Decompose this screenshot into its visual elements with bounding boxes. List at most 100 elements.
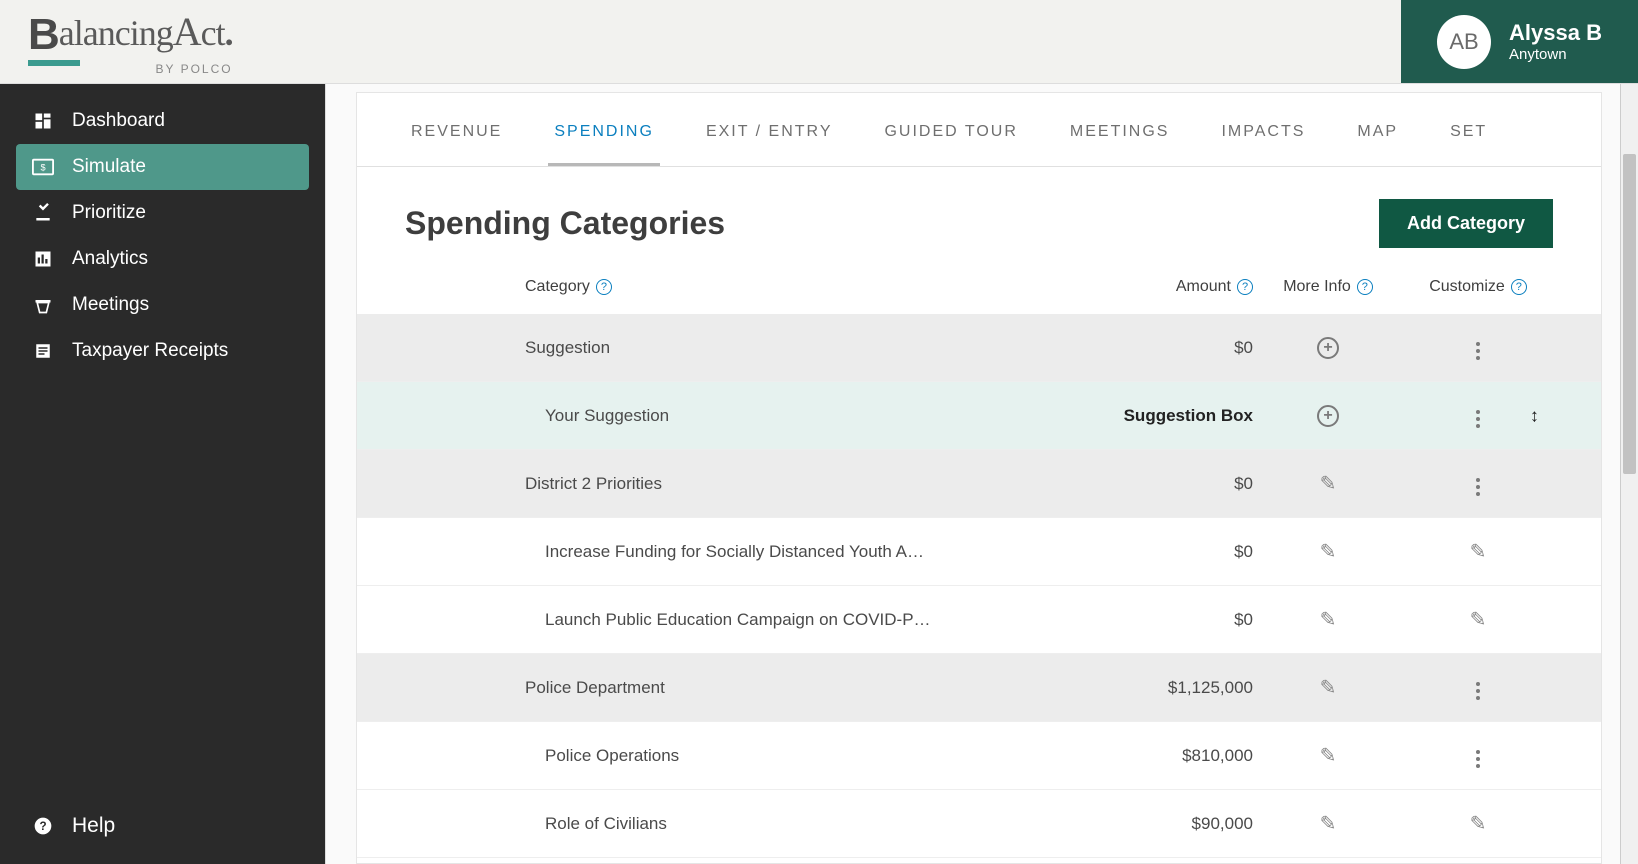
sidebar-item-label: Simulate [72,156,146,178]
drag-cursor-icon: ↕ [1530,405,1539,426]
edit-icon[interactable]: ✎ [1464,538,1492,566]
edit-icon[interactable]: ✎ [1464,606,1492,634]
table-row[interactable]: Police Department$1,125,000 ✎ [357,654,1601,722]
tab-revenue[interactable]: REVENUE [405,93,508,166]
row-category: Police Operations [405,746,1073,766]
brand-logo: BalancingAct. [28,8,233,60]
user-name: Alyssa B [1509,20,1602,46]
add-category-button[interactable]: Add Category [1379,199,1553,248]
add-icon[interactable]: + [1314,334,1342,362]
row-category: Suggestion [405,338,1073,358]
sidebar-item-dashboard[interactable]: Dashboard [16,98,309,144]
row-category: Increase Funding for Socially Distanced … [405,542,1073,562]
user-org: Anytown [1509,46,1602,63]
row-category: Role of Civilians [405,814,1073,834]
more-menu-icon[interactable] [1464,677,1492,705]
main: REVENUE SPENDING EXIT / ENTRY GUIDED TOUR ME… [325,84,1620,864]
row-category: Your Suggestion [405,406,1073,426]
row-amount: Suggestion Box [1073,406,1253,426]
brand-byline: BY POLCO [155,62,232,76]
row-customize [1403,671,1553,705]
sidebar-help[interactable]: ? Help [16,802,309,850]
edit-icon[interactable]: ✎ [1314,742,1342,770]
help-icon[interactable]: ? [1511,279,1527,295]
edit-icon[interactable]: ✎ [1314,810,1342,838]
sidebar-help-label: Help [72,814,115,838]
avatar: AB [1437,15,1491,69]
edit-icon[interactable]: ✎ [1464,810,1492,838]
tab-map[interactable]: MAP [1351,93,1404,166]
row-amount: $90,000 [1073,814,1253,834]
sidebar-item-simulate[interactable]: $ Simulate [16,144,309,190]
bar-chart-icon [32,248,54,270]
sidebar-item-label: Taxpayer Receipts [72,340,228,362]
row-customize [1403,331,1553,365]
sidebar-item-analytics[interactable]: Analytics [16,236,309,282]
table-row[interactable]: Increase Funding for Socially Distanced … [357,518,1601,586]
table-header: Category? Amount? More Info? Customize? [357,260,1601,314]
table-row[interactable]: Your SuggestionSuggestion Box + ↕ [357,382,1601,450]
edit-icon[interactable]: ✎ [1314,674,1342,702]
row-more: ✎ [1253,810,1403,838]
tab-spending[interactable]: SPENDING [548,93,660,166]
help-icon[interactable]: ? [596,279,612,295]
row-more: ✎ [1253,742,1403,770]
sidebar-item-meetings[interactable]: Meetings [16,282,309,328]
sidebar: Dashboard $ Simulate PrioritizeAnalytics Mee… [0,84,325,864]
row-amount: $0 [1073,474,1253,494]
tab-meetings[interactable]: MEETINGS [1064,93,1176,166]
row-category: Police Department [405,678,1073,698]
more-menu-icon[interactable] [1464,473,1492,501]
tab-set[interactable]: SET [1444,93,1493,166]
row-more: ✎ [1253,606,1403,634]
dashboard-icon [32,110,54,132]
tab-exit-entry[interactable]: EXIT / ENTRY [700,93,839,166]
help-icon[interactable]: ? [1237,279,1253,295]
tab-guided-tour[interactable]: GUIDED TOUR [878,93,1023,166]
row-amount: $1,125,000 [1073,678,1253,698]
rows-container[interactable]: Suggestion$0+Your SuggestionSuggestion B… [357,314,1601,863]
th-amount: Amount [1176,278,1231,295]
add-icon[interactable]: + [1314,402,1342,430]
th-customize: Customize [1429,278,1505,295]
row-customize: ✎ [1403,538,1553,566]
row-amount: $0 [1073,610,1253,630]
scrollbar[interactable] [1620,84,1638,864]
tabs: REVENUE SPENDING EXIT / ENTRY GUIDED TOUR ME… [357,93,1601,167]
table-row[interactable]: District 2 Priorities$0✎ [357,450,1601,518]
brand-b: B [28,10,59,60]
content-card: REVENUE SPENDING EXIT / ENTRY GUIDED TOUR ME… [356,92,1602,864]
tab-impacts[interactable]: IMPACTS [1215,93,1311,166]
row-category: Launch Public Education Campaign on COVI… [405,610,1073,630]
sidebar-item-prioritize[interactable]: Prioritize [16,190,309,236]
table-row[interactable]: Role of Civilians$90,000 ✎ ✎ [357,790,1601,858]
scrollbar-thumb[interactable] [1623,154,1636,474]
sidebar-item-taxpayer-receipts[interactable]: Taxpayer Receipts [16,328,309,374]
vote-icon [32,202,54,224]
row-customize: ✎ [1403,810,1553,838]
topbar: BalancingAct. BY POLCO AB Alyssa B Anyto… [0,0,1638,84]
page-title: Spending Categories [405,205,725,242]
more-menu-icon[interactable] [1464,337,1492,365]
row-more: + [1253,402,1403,430]
row-customize [1403,739,1553,773]
more-menu-icon[interactable] [1464,405,1492,433]
row-customize [1403,467,1553,501]
table-row[interactable]: Police Operations$810,000✎ [357,722,1601,790]
table-row[interactable]: Suggestion$0 + [357,314,1601,382]
sidebar-item-label: Meetings [72,294,149,316]
row-amount: $0 [1073,338,1253,358]
help-icon: ? [32,815,54,837]
row-more: ✎ [1253,538,1403,566]
edit-icon[interactable]: ✎ [1314,470,1342,498]
podium-icon [32,294,54,316]
help-icon[interactable]: ? [1357,279,1373,295]
row-amount: $0 [1073,542,1253,562]
edit-icon[interactable]: ✎ [1314,538,1342,566]
table-row[interactable]: Launch Public Education Campaign on COVI… [357,586,1601,654]
edit-icon[interactable]: ✎ [1314,606,1342,634]
svg-text:$: $ [40,163,45,173]
svg-text:?: ? [39,820,46,833]
more-menu-icon[interactable] [1464,745,1492,773]
user-block[interactable]: AB Alyssa B Anytown [1401,0,1638,83]
